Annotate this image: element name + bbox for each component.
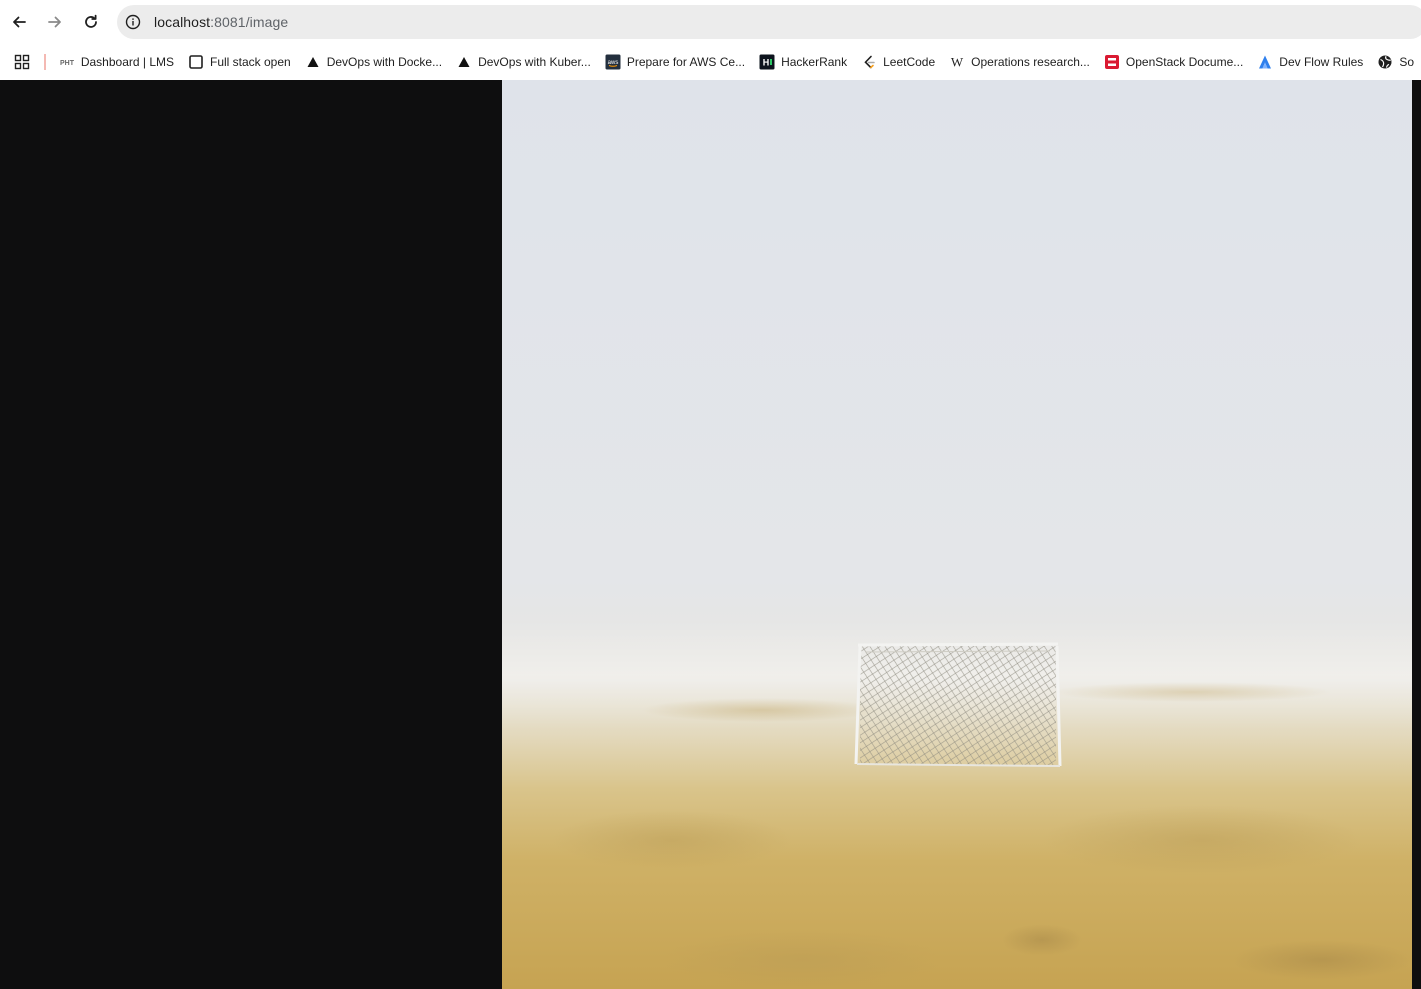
bookmark-openstack-docs[interactable]: OpenStack Docume... xyxy=(1097,48,1250,76)
site-info-button[interactable] xyxy=(123,12,143,32)
bookmark-dev-flow-rules[interactable]: Dev Flow Rules xyxy=(1250,48,1370,76)
bookmark-label: DevOps with Docke... xyxy=(326,55,443,69)
bookmark-devops-kubernetes[interactable]: DevOps with Kuber... xyxy=(449,48,598,76)
hackerrank-logo-text: H xyxy=(763,58,770,68)
bookmark-label: So xyxy=(1399,55,1414,69)
bookmark-label: OpenStack Docume... xyxy=(1125,55,1244,69)
bookmark-so[interactable]: So xyxy=(1370,48,1421,76)
hackerrank-logo-icon: H xyxy=(759,54,775,70)
bookmark-label: HackerRank xyxy=(781,55,848,69)
url-path: :8081/image xyxy=(210,14,289,30)
info-icon xyxy=(125,14,141,30)
pht-logo-text: PHT xyxy=(60,60,75,67)
bookmarks-bar: PHT Dashboard | LMS Full stack open DevO… xyxy=(0,44,1421,80)
reload-button[interactable] xyxy=(73,4,109,40)
arrow-right-icon xyxy=(48,16,61,28)
forward-button[interactable] xyxy=(37,4,73,40)
bookmark-label: Dev Flow Rules xyxy=(1279,55,1364,69)
url-text[interactable]: localhost:8081/image xyxy=(154,14,288,30)
bookmark-label: Dashboard | LMS xyxy=(80,55,174,69)
browser-toolbar: localhost:8081/image xyxy=(0,0,1421,44)
bookmark-hackerrank[interactable]: H HackerRank xyxy=(752,48,854,76)
bookmark-dashboard-lms[interactable]: PHT Dashboard | LMS xyxy=(52,48,181,76)
bookmark-aws-certification[interactable]: aws Prepare for AWS Ce... xyxy=(598,48,752,76)
bookmark-label: Operations research... xyxy=(971,55,1090,69)
photo-canvas xyxy=(502,80,1412,989)
globe-icon xyxy=(1377,54,1393,70)
bookmark-leetcode[interactable]: LeetCode xyxy=(854,48,942,76)
triangle-icon xyxy=(456,54,472,70)
back-button[interactable] xyxy=(1,4,37,40)
apps-grid-icon xyxy=(15,54,30,70)
url-host: localhost xyxy=(154,14,211,30)
openstack-logo-icon xyxy=(1104,54,1120,70)
bookmark-label: DevOps with Kuber... xyxy=(478,55,591,69)
apps-button[interactable] xyxy=(11,50,34,74)
square-outline-icon xyxy=(188,54,204,70)
triangle-icon xyxy=(305,54,321,70)
bookmark-label: Full stack open xyxy=(210,55,291,69)
page-content xyxy=(0,80,1421,989)
foggy-field-goal-image xyxy=(502,80,1412,989)
leetcode-logo-icon xyxy=(861,54,877,70)
bookmark-label: Prepare for AWS Ce... xyxy=(626,55,746,69)
bookmark-devops-docker[interactable]: DevOps with Docke... xyxy=(298,48,449,76)
bookmark-operations-research[interactable]: W Operations research... xyxy=(942,48,1097,76)
reload-icon xyxy=(85,14,97,28)
wikipedia-icon: W xyxy=(949,54,965,70)
bookmark-label: LeetCode xyxy=(883,55,936,69)
blue-a-logo-icon xyxy=(1257,54,1273,70)
pht-logo-icon: PHT xyxy=(59,54,75,70)
arrow-left-icon xyxy=(13,16,26,28)
address-bar[interactable]: localhost:8081/image xyxy=(117,5,1421,39)
wikipedia-logo-text: W xyxy=(951,55,964,70)
aws-logo-icon: aws xyxy=(605,54,621,70)
bookmarks-separator xyxy=(43,54,46,70)
bookmark-full-stack-open[interactable]: Full stack open xyxy=(181,48,298,76)
